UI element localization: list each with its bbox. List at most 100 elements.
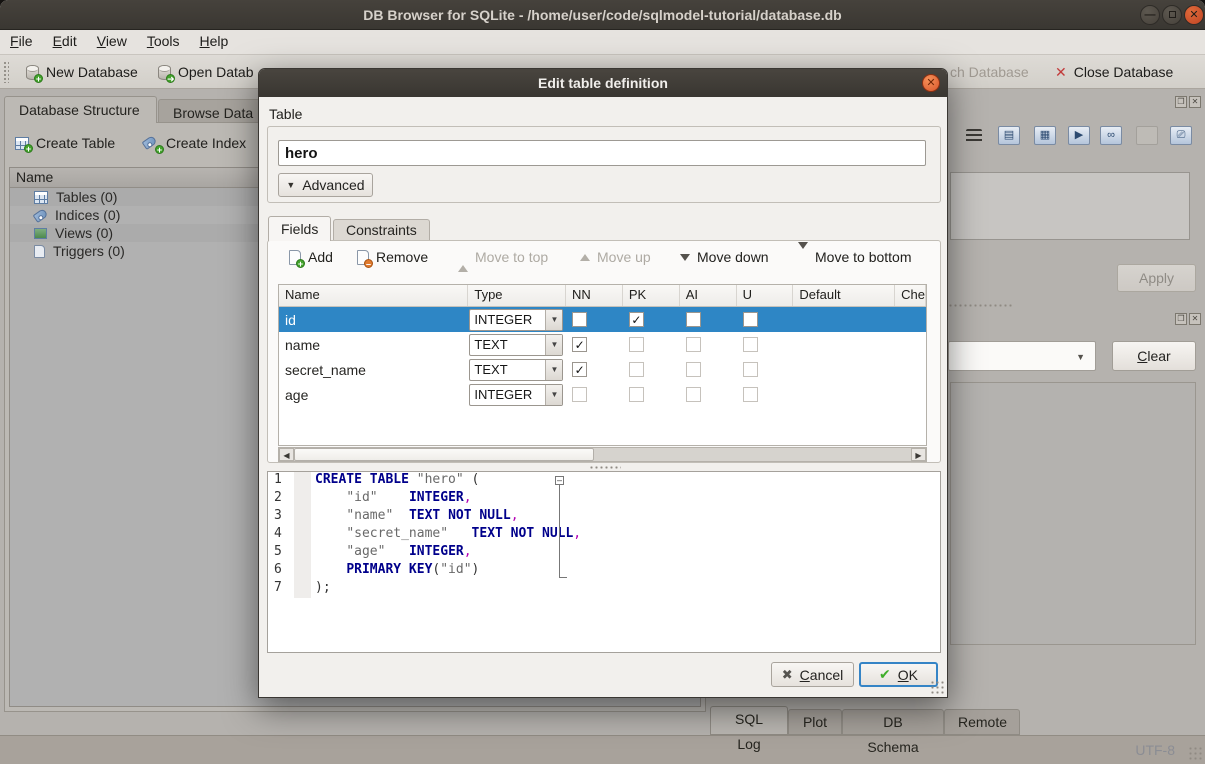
table-icon <box>34 191 48 204</box>
ok-button[interactable]: ✔ OK <box>859 662 938 687</box>
chevron-down-icon: ▼ <box>1076 352 1085 362</box>
pk-checkbox[interactable]: ✓ <box>629 312 644 327</box>
nn-checkbox[interactable]: ✓ <box>572 362 587 377</box>
dock-float-button[interactable]: ❐ <box>1175 96 1187 108</box>
menu-file[interactable]: File <box>0 31 43 51</box>
u-checkbox[interactable] <box>743 362 758 377</box>
type-combo[interactable]: INTEGER▼ <box>469 309 563 331</box>
advanced-button[interactable]: ▼ Advanced <box>278 173 373 197</box>
maximize-button[interactable] <box>1162 5 1182 25</box>
sql-code: "id" INTEGER, <box>311 490 472 508</box>
scroll-right-arrow[interactable]: ▶ <box>911 448 926 461</box>
dialog-close-button[interactable]: ✕ <box>922 74 940 92</box>
pk-checkbox[interactable] <box>629 387 644 402</box>
toolbar-drag-handle[interactable] <box>3 61 9 83</box>
code-fold-toggle[interactable]: – <box>555 476 564 485</box>
u-checkbox[interactable] <box>743 337 758 352</box>
menu-view[interactable]: View <box>87 31 137 51</box>
scroll-left-arrow[interactable]: ◀ <box>279 448 294 461</box>
close-database-button[interactable]: ✕ Close Database <box>1055 59 1173 85</box>
window-title: DB Browser for SQLite - /home/user/code/… <box>0 0 1205 30</box>
column-header-ai[interactable]: AI <box>680 285 737 306</box>
field-row-id[interactable]: idINTEGER▼✓ <box>279 307 926 332</box>
u-checkbox[interactable] <box>743 387 758 402</box>
indent-icon[interactable] <box>966 129 982 143</box>
column-header-default[interactable]: Default <box>793 285 895 306</box>
chevron-down-icon[interactable]: ▼ <box>545 385 562 405</box>
tab-constraints[interactable]: Constraints <box>333 219 430 241</box>
chevron-down-icon[interactable]: ▼ <box>545 360 562 380</box>
ai-checkbox[interactable] <box>686 362 701 377</box>
encoding-indicator[interactable]: UTF-8 <box>1135 742 1175 758</box>
field-row-name[interactable]: nameTEXT▼✓ <box>279 332 926 357</box>
pk-checkbox[interactable] <box>629 337 644 352</box>
field-row-secret_name[interactable]: secret_nameTEXT▼✓ <box>279 357 926 382</box>
chevron-down-icon[interactable]: ▼ <box>545 335 562 355</box>
dialog-title-bar[interactable]: Edit table definition <box>259 69 947 97</box>
close-window-button[interactable]: ✕ <box>1184 5 1204 25</box>
type-combo[interactable]: INTEGER▼ <box>469 384 563 406</box>
menu-edit[interactable]: Edit <box>43 31 87 51</box>
move-to-bottom-button[interactable]: Move to bottom <box>798 249 912 265</box>
dock-splitter[interactable] <box>948 303 1014 308</box>
dock-close-button[interactable]: ✕ <box>1189 96 1201 108</box>
field-row-age[interactable]: ageINTEGER▼ <box>279 382 926 407</box>
sql-preview-editor[interactable]: 1CREATE TABLE "hero" (2 "id" INTEGER,3 "… <box>267 471 941 653</box>
nn-checkbox[interactable] <box>572 312 587 327</box>
sql-log-filter-combo[interactable]: ▼ <box>948 341 1096 371</box>
tree-item-label: Tables (0) <box>56 189 117 205</box>
remove-field-button[interactable]: – Remove <box>357 249 428 265</box>
ai-checkbox[interactable] <box>686 312 701 327</box>
edit-table-definition-dialog: Edit table definition ✕ Table ▼ Advanced… <box>258 68 948 698</box>
ai-checkbox[interactable] <box>686 387 701 402</box>
type-combo-value: TEXT <box>470 360 545 380</box>
cancel-button[interactable]: ✖ Cancel <box>771 662 854 687</box>
bottom-tab-remote[interactable]: Remote <box>944 709 1020 735</box>
link-icon[interactable]: ∞ <box>1100 126 1122 145</box>
table-name-input[interactable] <box>278 140 926 166</box>
scrollbar-track[interactable] <box>594 448 911 461</box>
u-checkbox[interactable] <box>743 312 758 327</box>
bottom-tab-db-schema[interactable]: DB Schema <box>842 709 944 735</box>
column-header-nn[interactable]: NN <box>566 285 623 306</box>
type-combo[interactable]: TEXT▼ <box>469 334 563 356</box>
print-icon[interactable]: ⎚ <box>1170 126 1192 145</box>
menu-tools[interactable]: Tools <box>137 31 190 51</box>
nn-checkbox[interactable] <box>572 387 587 402</box>
dock2-close-button[interactable]: ✕ <box>1189 313 1201 325</box>
tab-fields[interactable]: Fields <box>268 216 331 241</box>
column-header-che[interactable]: Che <box>895 285 926 306</box>
edit-cell-textarea[interactable] <box>950 172 1190 240</box>
add-field-button[interactable]: + Add <box>289 249 333 265</box>
dock2-float-button[interactable]: ❐ <box>1175 313 1187 325</box>
clear-button[interactable]: Clear <box>1112 341 1196 371</box>
window-resize-grip[interactable] <box>1188 746 1202 760</box>
nn-checkbox[interactable]: ✓ <box>572 337 587 352</box>
chevron-down-icon[interactable]: ▼ <box>545 310 562 330</box>
menu-help[interactable]: Help <box>190 31 239 51</box>
ai-checkbox[interactable] <box>686 337 701 352</box>
create-index-button[interactable]: + Create Index <box>143 135 246 151</box>
bottom-tab-plot[interactable]: Plot <box>788 709 842 735</box>
pk-checkbox[interactable] <box>629 362 644 377</box>
create-table-button[interactable]: + Create Table <box>15 135 115 151</box>
column-header-u[interactable]: U <box>737 285 794 306</box>
new-database-button[interactable]: + New Database <box>26 59 138 85</box>
bottom-tab-sql-log[interactable]: SQL Log <box>710 706 788 735</box>
sql-log-area[interactable] <box>950 382 1196 645</box>
tab-database-structure[interactable]: Database Structure <box>4 96 157 123</box>
column-header-type[interactable]: Type <box>468 285 566 306</box>
fields-grid-hscrollbar[interactable]: ◀ ▶ <box>278 447 927 462</box>
open-database-button[interactable]: ➜ Open Datab <box>158 59 254 85</box>
execute-icon[interactable]: ▶ <box>1068 126 1090 145</box>
type-combo[interactable]: TEXT▼ <box>469 359 563 381</box>
save-icon[interactable]: ▦ <box>1034 126 1056 145</box>
column-header-pk[interactable]: PK <box>623 285 680 306</box>
minimize-button[interactable]: — <box>1140 5 1160 25</box>
dialog-splitter[interactable] <box>589 465 621 470</box>
scrollbar-thumb[interactable] <box>294 448 594 461</box>
dialog-resize-grip[interactable] <box>930 680 944 694</box>
column-header-name[interactable]: Name <box>279 285 468 306</box>
open-file-icon[interactable]: ▤ <box>998 126 1020 145</box>
move-down-button[interactable]: Move down <box>680 249 769 265</box>
